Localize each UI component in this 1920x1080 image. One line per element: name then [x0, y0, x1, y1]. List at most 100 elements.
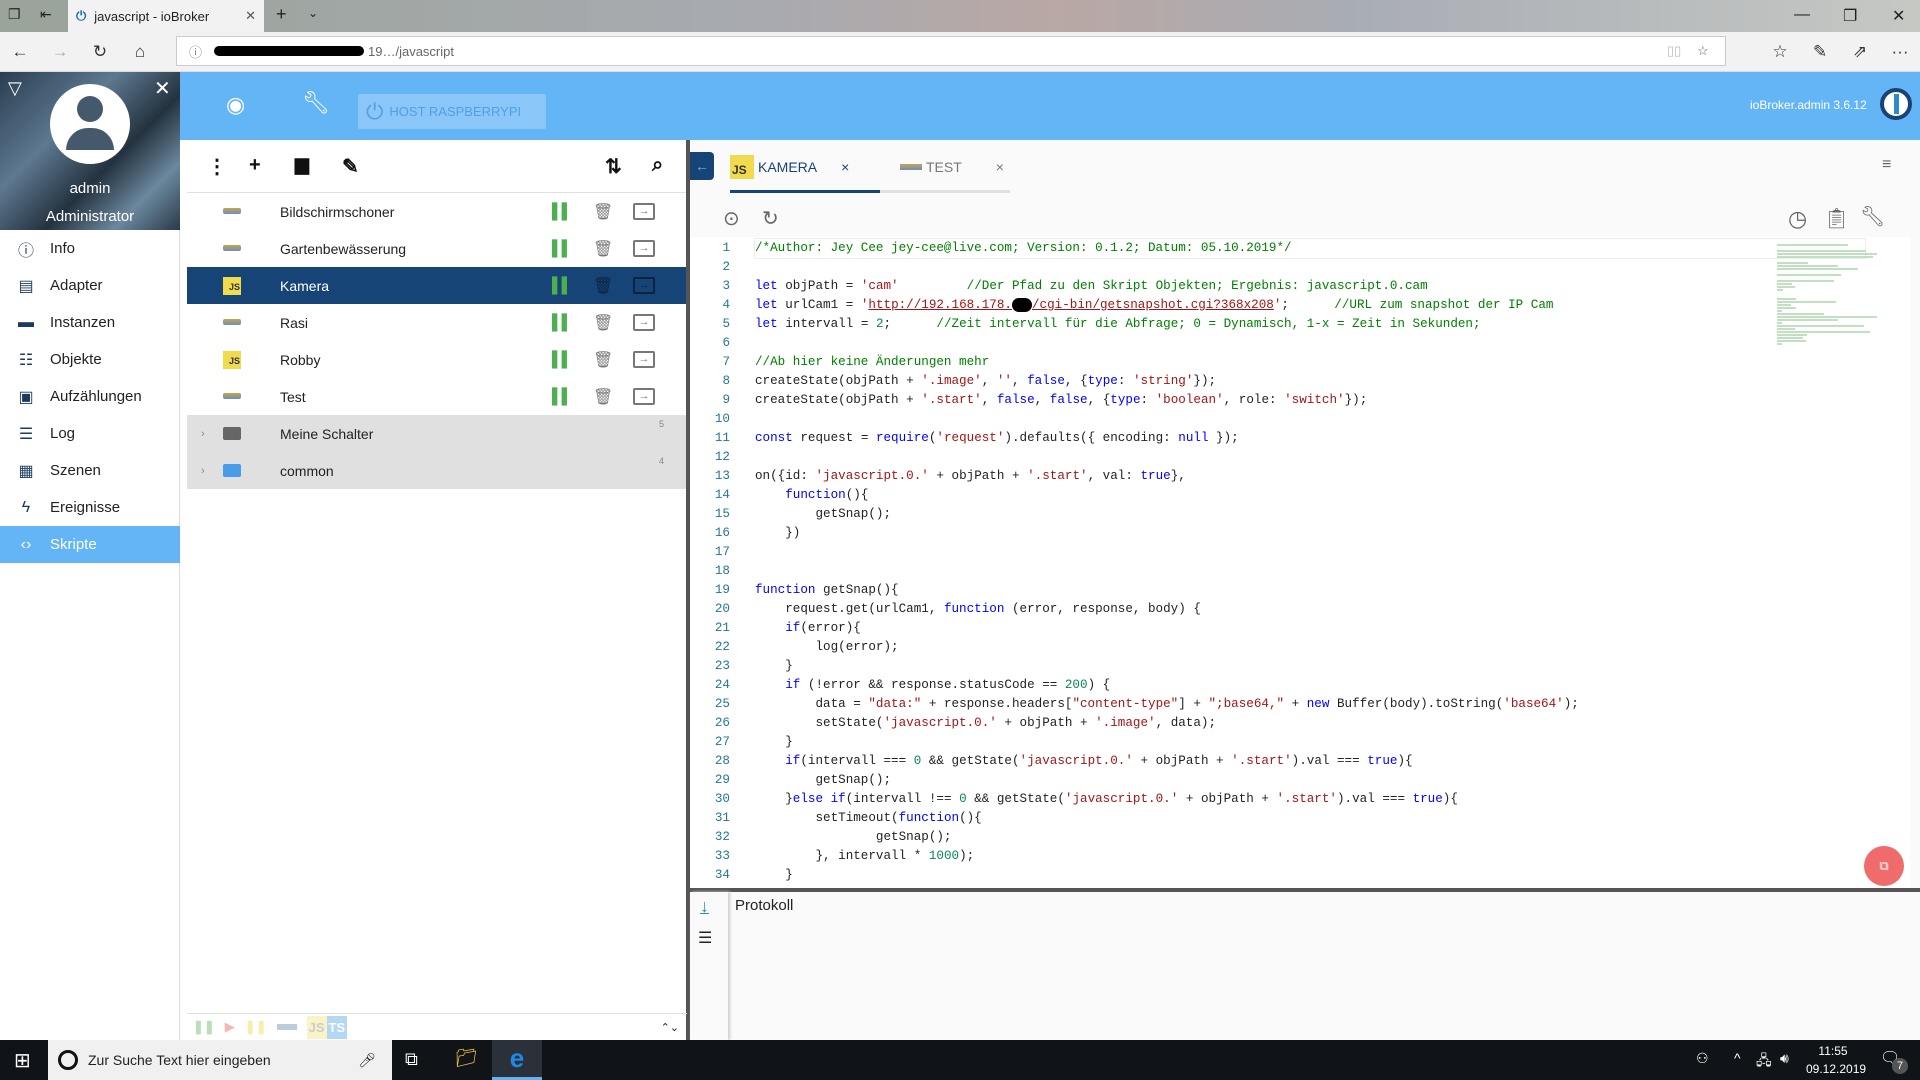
new-tab-button[interactable]: +: [276, 4, 287, 25]
filter-paused-icon[interactable]: ❚❚: [245, 1019, 267, 1035]
sidebar-item-szenen[interactable]: ▦ Szenen: [0, 452, 180, 489]
log-layout-icon[interactable]: ☰: [698, 928, 712, 948]
more-icon[interactable]: ···: [1880, 32, 1920, 72]
network-icon[interactable]: 🖧︎: [1756, 1050, 1772, 1074]
taskbar-search[interactable]: Zur Suche Text hier eingeben 🎤︎: [48, 1040, 392, 1080]
filter-pause-icon[interactable]: ❚❚: [193, 1019, 215, 1035]
edit-pencil-icon[interactable]: ✎: [342, 154, 359, 179]
script-row[interactable]: JS Robby ▌▌ 🗑︎ →: [187, 341, 687, 378]
script-row[interactable]: Bildschirmschoner ▌▌ 🗑︎ →: [187, 193, 687, 230]
export-icon[interactable]: →: [633, 314, 655, 331]
sidebar-item-instanzen[interactable]: ▬ Instanzen: [0, 304, 180, 341]
clock-date[interactable]: 09.12.2019: [1806, 1062, 1866, 1076]
share-icon[interactable]: ⇗: [1840, 32, 1880, 72]
notes-pen-icon[interactable]: ✎: [1800, 32, 1840, 72]
trash-icon[interactable]: 🗑︎: [593, 313, 613, 333]
folder-row[interactable]: › common 4: [187, 452, 687, 489]
forward-icon[interactable]: →: [40, 32, 80, 72]
menu-lines-icon[interactable]: ≡: [1882, 156, 1891, 174]
filter-ts-button[interactable]: TS: [326, 1015, 348, 1039]
task-view-icon[interactable]: ⧉: [405, 1049, 418, 1070]
windows-start-icon[interactable]: ⊞: [14, 1048, 31, 1073]
more-vert-icon[interactable]: ⋮: [207, 154, 227, 179]
url-input[interactable]: ⓘ 19…/javascript ▯▯ ☆: [176, 36, 1726, 66]
script-row[interactable]: Gartenbewässerung ▌▌ 🗑︎ →: [187, 230, 687, 267]
scroll-down-icon[interactable]: ↓: [700, 896, 709, 917]
eye-icon[interactable]: ◉: [226, 92, 245, 118]
tab-kamera[interactable]: JS KAMERA ×: [730, 152, 849, 182]
chevron-down-icon[interactable]: ⌄: [308, 6, 318, 20]
window-close-icon[interactable]: ✕: [1892, 6, 1905, 26]
minimize-icon[interactable]: —: [1794, 6, 1810, 24]
pause-icon[interactable]: ▌▌: [552, 277, 572, 294]
clock-icon[interactable]: ◷: [1788, 206, 1807, 232]
restart-icon[interactable]: ↻: [762, 206, 779, 231]
export-icon[interactable]: →: [633, 277, 655, 294]
trash-icon[interactable]: 🗑︎: [593, 350, 613, 370]
trash-icon[interactable]: 🗑︎: [593, 202, 613, 222]
show-hidden-icons[interactable]: ^: [1734, 1050, 1741, 1066]
folder-row[interactable]: › Meine Schalter 5: [187, 415, 687, 452]
refresh-icon[interactable]: ↻: [80, 32, 120, 72]
maximize-icon[interactable]: ❐: [1843, 6, 1857, 26]
close-tab-test[interactable]: ×: [996, 159, 1004, 175]
close-tab-kamera[interactable]: ×: [841, 159, 849, 175]
sidebar-item-skripte[interactable]: ‹› Skripte: [0, 526, 180, 563]
script-row[interactable]: JS Kamera ▌▌ 🗑︎ →: [187, 267, 687, 304]
favorites-icon[interactable]: ☆: [1760, 32, 1800, 72]
volume-icon[interactable]: 🔊︎: [1780, 1050, 1789, 1067]
collapse-list-button[interactable]: ←: [690, 152, 714, 180]
back-icon[interactable]: ←: [0, 32, 40, 72]
filter-js-button[interactable]: JS: [306, 1015, 327, 1039]
pause-icon[interactable]: ▌▌: [552, 203, 572, 220]
settings-wrench-icon[interactable]: 🔧︎: [1860, 204, 1885, 229]
browser-tab[interactable]: ⏻ javascript - ioBroker ✕: [68, 0, 264, 32]
locate-icon[interactable]: ⊙: [723, 206, 740, 231]
filter-blockly-icon[interactable]: [276, 1024, 297, 1030]
trash-icon[interactable]: 🗑︎: [593, 239, 613, 259]
sidebar-item-objekte[interactable]: ☷ Objekte: [0, 341, 180, 378]
home-icon[interactable]: ⌂: [120, 32, 160, 72]
trash-icon[interactable]: 🗑︎: [593, 387, 613, 407]
pause-icon[interactable]: ▌▌: [552, 314, 572, 331]
floating-action-button[interactable]: ⧉: [1864, 846, 1904, 886]
file-explorer-icon[interactable]: 📁︎: [455, 1048, 478, 1069]
edge-browser-icon[interactable]: e: [492, 1040, 542, 1080]
sidebar-item-info[interactable]: ⓘ Info: [0, 230, 180, 267]
close-sidebar-icon[interactable]: ✕: [154, 76, 171, 101]
expand-chevron-icon[interactable]: ›: [201, 428, 205, 440]
sidebar-item-aufzählungen[interactable]: ▣ Aufzählungen: [0, 378, 180, 415]
pause-icon[interactable]: ▌▌: [552, 388, 572, 405]
filter-play-icon[interactable]: ▶: [225, 1019, 235, 1035]
add-folder-icon[interactable]: ▆: [295, 154, 309, 175]
reading-view-icon[interactable]: ▯▯: [1667, 43, 1681, 59]
tab-test[interactable]: TEST ×: [900, 152, 1004, 182]
pause-icon[interactable]: ▌▌: [552, 240, 572, 257]
people-icon[interactable]: ⚇: [1696, 1050, 1709, 1067]
add-script-icon[interactable]: +: [249, 154, 261, 177]
trash-icon[interactable]: 🗑︎: [593, 276, 613, 296]
iobroker-logo[interactable]: [1880, 88, 1912, 120]
wrench-icon[interactable]: 🔧︎: [302, 90, 330, 116]
triangle-menu-icon[interactable]: ▽: [8, 78, 22, 99]
code-minimap[interactable]: [1777, 243, 1887, 345]
host-button[interactable]: ⏻ HOST RASPBERRYPI: [358, 94, 546, 129]
expand-collapse-icon[interactable]: ⌃⌄: [661, 1021, 679, 1034]
search-icon[interactable]: ⌕: [652, 154, 663, 177]
export-icon[interactable]: →: [633, 203, 655, 220]
clipboard-icon[interactable]: 📋︎: [1824, 206, 1849, 231]
close-tab-icon[interactable]: ✕: [245, 8, 256, 24]
sidebar-item-log[interactable]: ☰ Log: [0, 415, 180, 452]
tab-manager-icon[interactable]: ❐: [8, 6, 21, 23]
sidebar-item-adapter[interactable]: ▤ Adapter: [0, 267, 180, 304]
pause-icon[interactable]: ▌▌: [552, 351, 572, 368]
script-row[interactable]: Rasi ▌▌ 🗑︎ →: [187, 304, 687, 341]
clock-time[interactable]: 11:55: [1808, 1044, 1858, 1058]
set-tabs-aside-icon[interactable]: ⇤: [40, 6, 52, 23]
script-row[interactable]: Test ▌▌ 🗑︎ →: [187, 378, 687, 415]
export-icon[interactable]: →: [633, 351, 655, 368]
favorite-star-icon[interactable]: ☆: [1697, 43, 1709, 59]
microphone-icon[interactable]: 🎤︎: [358, 1052, 376, 1069]
export-icon[interactable]: →: [633, 240, 655, 257]
export-icon[interactable]: →: [633, 388, 655, 405]
